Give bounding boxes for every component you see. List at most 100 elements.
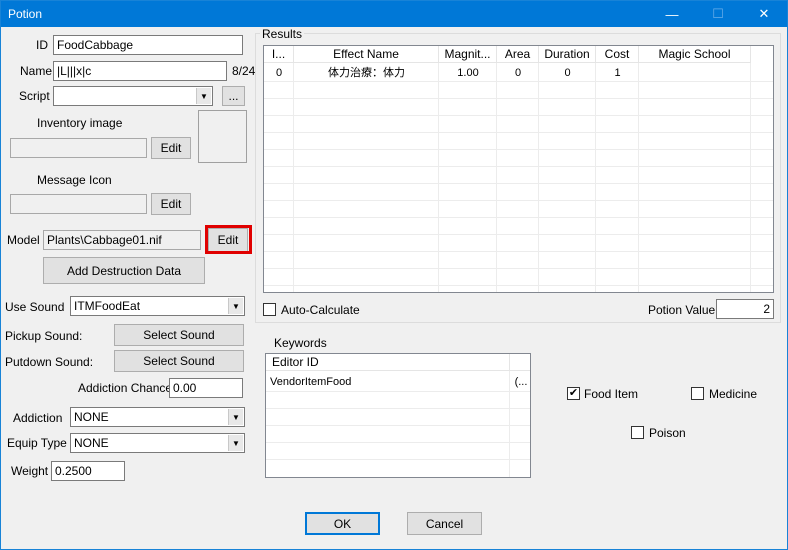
chevron-down-icon: ▼: [228, 409, 243, 425]
grid-line: [595, 63, 596, 292]
keywords-list[interactable]: Editor ID VendorItemFood (...: [265, 353, 531, 478]
effects-list[interactable]: I... Effect Name Magnit... Area Duration…: [263, 45, 774, 293]
highlight-box: [205, 225, 252, 254]
col-cost-header[interactable]: Cost: [596, 46, 639, 63]
close-button[interactable]: ✕: [741, 1, 787, 27]
addiction-chance-field[interactable]: 0.00: [169, 378, 243, 398]
name-field[interactable]: |L|||x|c: [53, 61, 227, 81]
keyword-editor-id: VendorItemFood: [270, 376, 352, 388]
weight-label: Weight: [11, 464, 49, 478]
id-label: ID: [36, 38, 48, 52]
grid-line: [264, 183, 773, 184]
auto-calculate-checkbox[interactable]: [263, 303, 276, 316]
use-sound-select[interactable]: ITMFoodEat ▼: [70, 296, 245, 316]
window-title: Potion: [8, 7, 43, 21]
grid-line: [264, 166, 773, 167]
potion-value-label: Potion Value: [648, 303, 716, 317]
inventory-image-field: [10, 138, 147, 158]
grid-line: [264, 115, 773, 116]
putdown-sound-label: Putdown Sound:: [5, 355, 94, 369]
results-group-title: Results: [260, 27, 305, 41]
grid-line: [438, 63, 439, 292]
col-magic-school-header[interactable]: Magic School: [639, 46, 751, 63]
addiction-value: NONE: [74, 410, 109, 424]
chevron-down-icon: ▼: [228, 435, 243, 451]
col-duration-header[interactable]: Duration: [539, 46, 596, 63]
checkmark-icon: ✔: [568, 387, 579, 399]
col-effect-name-header[interactable]: Effect Name: [294, 46, 439, 63]
cell-effect-name: 体力治療：体力: [328, 67, 405, 79]
col-index-header[interactable]: I...: [264, 46, 294, 63]
addiction-select[interactable]: NONE ▼: [70, 407, 245, 427]
keyword-extra: (...: [514, 376, 528, 388]
keywords-title: Keywords: [274, 336, 327, 350]
use-sound-label: Use Sound: [5, 300, 65, 314]
grid-line: [266, 408, 530, 409]
cell-magnitude: 1.00: [457, 67, 479, 79]
col-editor-id-header[interactable]: Editor ID: [266, 354, 510, 371]
putdown-select-sound-button[interactable]: Select Sound: [114, 350, 244, 372]
cell-magic-school: [639, 65, 751, 82]
grid-line: [293, 63, 294, 292]
poison-checkbox[interactable]: [631, 426, 644, 439]
grid-line: [750, 63, 751, 292]
col-magnitude-header[interactable]: Magnit...: [439, 46, 497, 63]
potion-value-field[interactable]: 2: [716, 299, 774, 319]
table-row[interactable]: 0 体力治療：体力 1.00 0 0 1: [264, 65, 751, 82]
food-item-label: Food Item: [584, 387, 639, 401]
message-icon-edit-button[interactable]: Edit: [151, 193, 191, 215]
use-sound-value: ITMFoodEat: [74, 299, 141, 313]
ok-button[interactable]: OK: [305, 512, 380, 535]
chevron-down-icon: ▼: [228, 298, 243, 314]
script-label: Script: [19, 89, 50, 103]
col-extra-header[interactable]: [510, 354, 530, 371]
grid-line: [264, 81, 773, 82]
inventory-image-edit-button[interactable]: Edit: [151, 137, 191, 159]
grid-line: [266, 391, 530, 392]
weight-field[interactable]: 0.2500: [51, 461, 125, 481]
cell-index: 0: [275, 67, 283, 79]
grid-line: [266, 442, 530, 443]
grid-line: [266, 425, 530, 426]
script-select[interactable]: ▼: [53, 86, 213, 106]
minimize-button[interactable]: —: [649, 1, 695, 27]
cell-duration: 0: [564, 67, 571, 79]
grid-line: [264, 251, 773, 252]
cell-cost: 1: [614, 67, 621, 79]
maximize-button: ☐: [712, 6, 724, 21]
cell-area: 0: [514, 67, 522, 79]
potion-dialog: Potion — ☐ ✕ ID FoodCabbage Name |L|||x|…: [0, 0, 788, 550]
food-item-checkbox[interactable]: ✔: [567, 387, 580, 400]
keywords-list-header: Editor ID: [266, 354, 530, 371]
grid-line: [264, 98, 773, 99]
name-char-count: 8/24: [232, 64, 256, 78]
grid-line: [264, 200, 773, 201]
grid-line: [264, 285, 773, 286]
grid-line: [509, 371, 510, 477]
col-area-header[interactable]: Area: [497, 46, 539, 63]
script-browse-button[interactable]: ...: [222, 86, 245, 106]
cancel-button[interactable]: Cancel: [407, 512, 482, 535]
add-destruction-data-button[interactable]: Add Destruction Data: [43, 257, 205, 284]
grid-line: [264, 149, 773, 150]
pickup-sound-label: Pickup Sound:: [5, 329, 83, 343]
id-field[interactable]: FoodCabbage: [53, 35, 243, 55]
message-icon-field: [10, 194, 147, 214]
medicine-label: Medicine: [709, 387, 758, 401]
pickup-select-sound-button[interactable]: Select Sound: [114, 324, 244, 346]
inventory-image-label: Inventory image: [37, 116, 123, 130]
model-label: Model: [7, 233, 40, 247]
addiction-chance-label: Addiction Chance: [78, 381, 173, 395]
name-label: Name: [20, 64, 53, 78]
addiction-label: Addiction: [13, 411, 63, 425]
grid-line: [264, 217, 773, 218]
message-icon-label: Message Icon: [37, 173, 112, 187]
grid-line: [538, 63, 539, 292]
chevron-down-icon: ▼: [196, 88, 211, 104]
title-bar[interactable]: Potion — ☐ ✕: [1, 1, 787, 27]
auto-calculate-label: Auto-Calculate: [281, 303, 360, 317]
equip-type-select[interactable]: NONE ▼: [70, 433, 245, 453]
list-item[interactable]: VendorItemFood (...: [266, 374, 530, 391]
medicine-checkbox[interactable]: [691, 387, 704, 400]
grid-line: [496, 63, 497, 292]
